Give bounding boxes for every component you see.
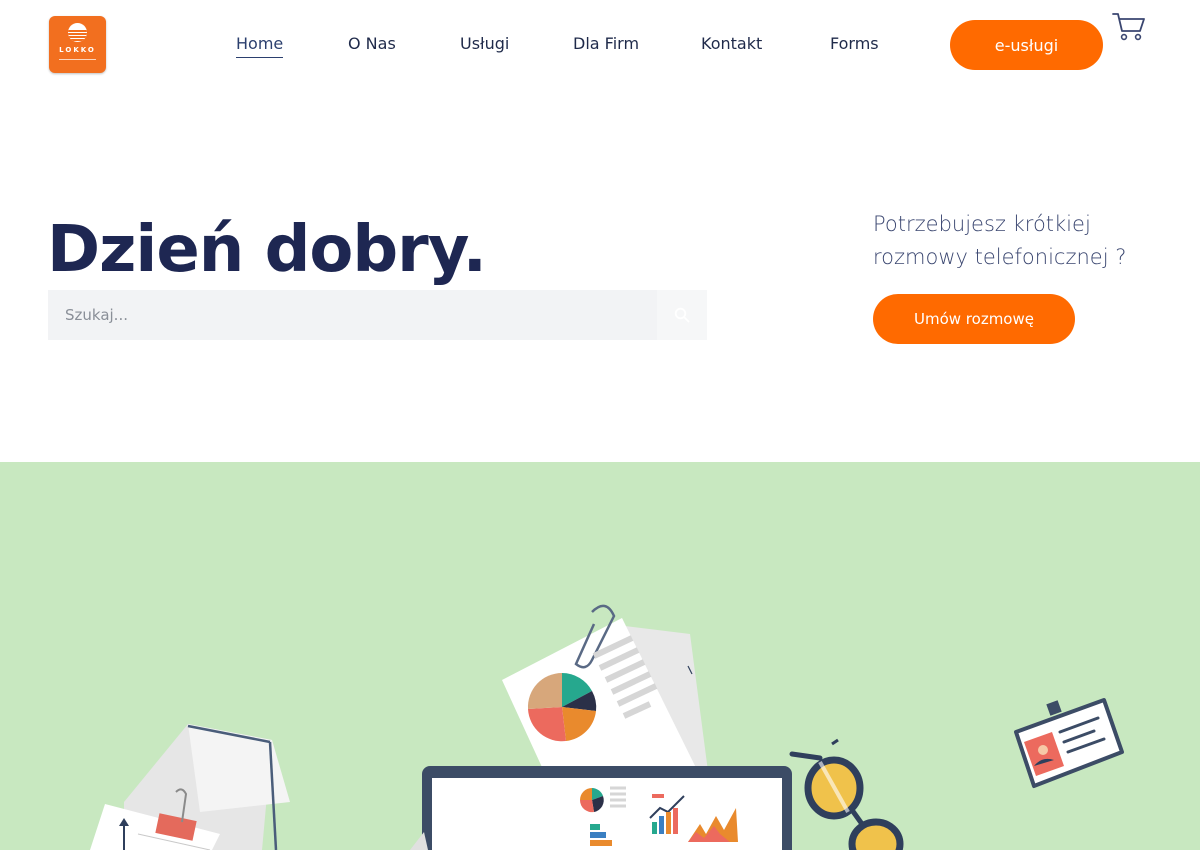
- hero-illustration: [0, 462, 1200, 850]
- logo-text: LOKKO: [59, 46, 96, 54]
- sun-icon: [68, 23, 87, 42]
- nav-item-home[interactable]: Home: [236, 34, 284, 58]
- schedule-call-button[interactable]: Umów rozmowę: [873, 294, 1075, 344]
- page-title: Dzień dobry.: [47, 213, 487, 287]
- search-input[interactable]: [48, 290, 656, 340]
- search-icon: [674, 307, 690, 323]
- call-prompt-text: Potrzebujesz krótkiej rozmowy telefonicz…: [873, 212, 1127, 269]
- nav-item-o-nas[interactable]: O Nas: [348, 34, 396, 54]
- laptop-illustration: [410, 766, 792, 850]
- e-uslugi-button[interactable]: e-usługi: [950, 20, 1103, 70]
- search-bar: [48, 290, 707, 340]
- nav-item-uslugi[interactable]: Usługi: [460, 34, 509, 54]
- logo[interactable]: LOKKO: [49, 16, 106, 73]
- nav-item-dla-firm[interactable]: Dla Firm: [573, 34, 639, 54]
- nav-item-kontakt[interactable]: Kontakt: [701, 34, 762, 54]
- nav-item-forms[interactable]: Forms: [830, 34, 879, 54]
- glasses-illustration: [789, 738, 904, 850]
- cart-icon[interactable]: [1112, 11, 1146, 43]
- search-button[interactable]: [657, 290, 707, 340]
- id-badge-illustration: [1014, 698, 1124, 788]
- logo-divider: [59, 59, 96, 60]
